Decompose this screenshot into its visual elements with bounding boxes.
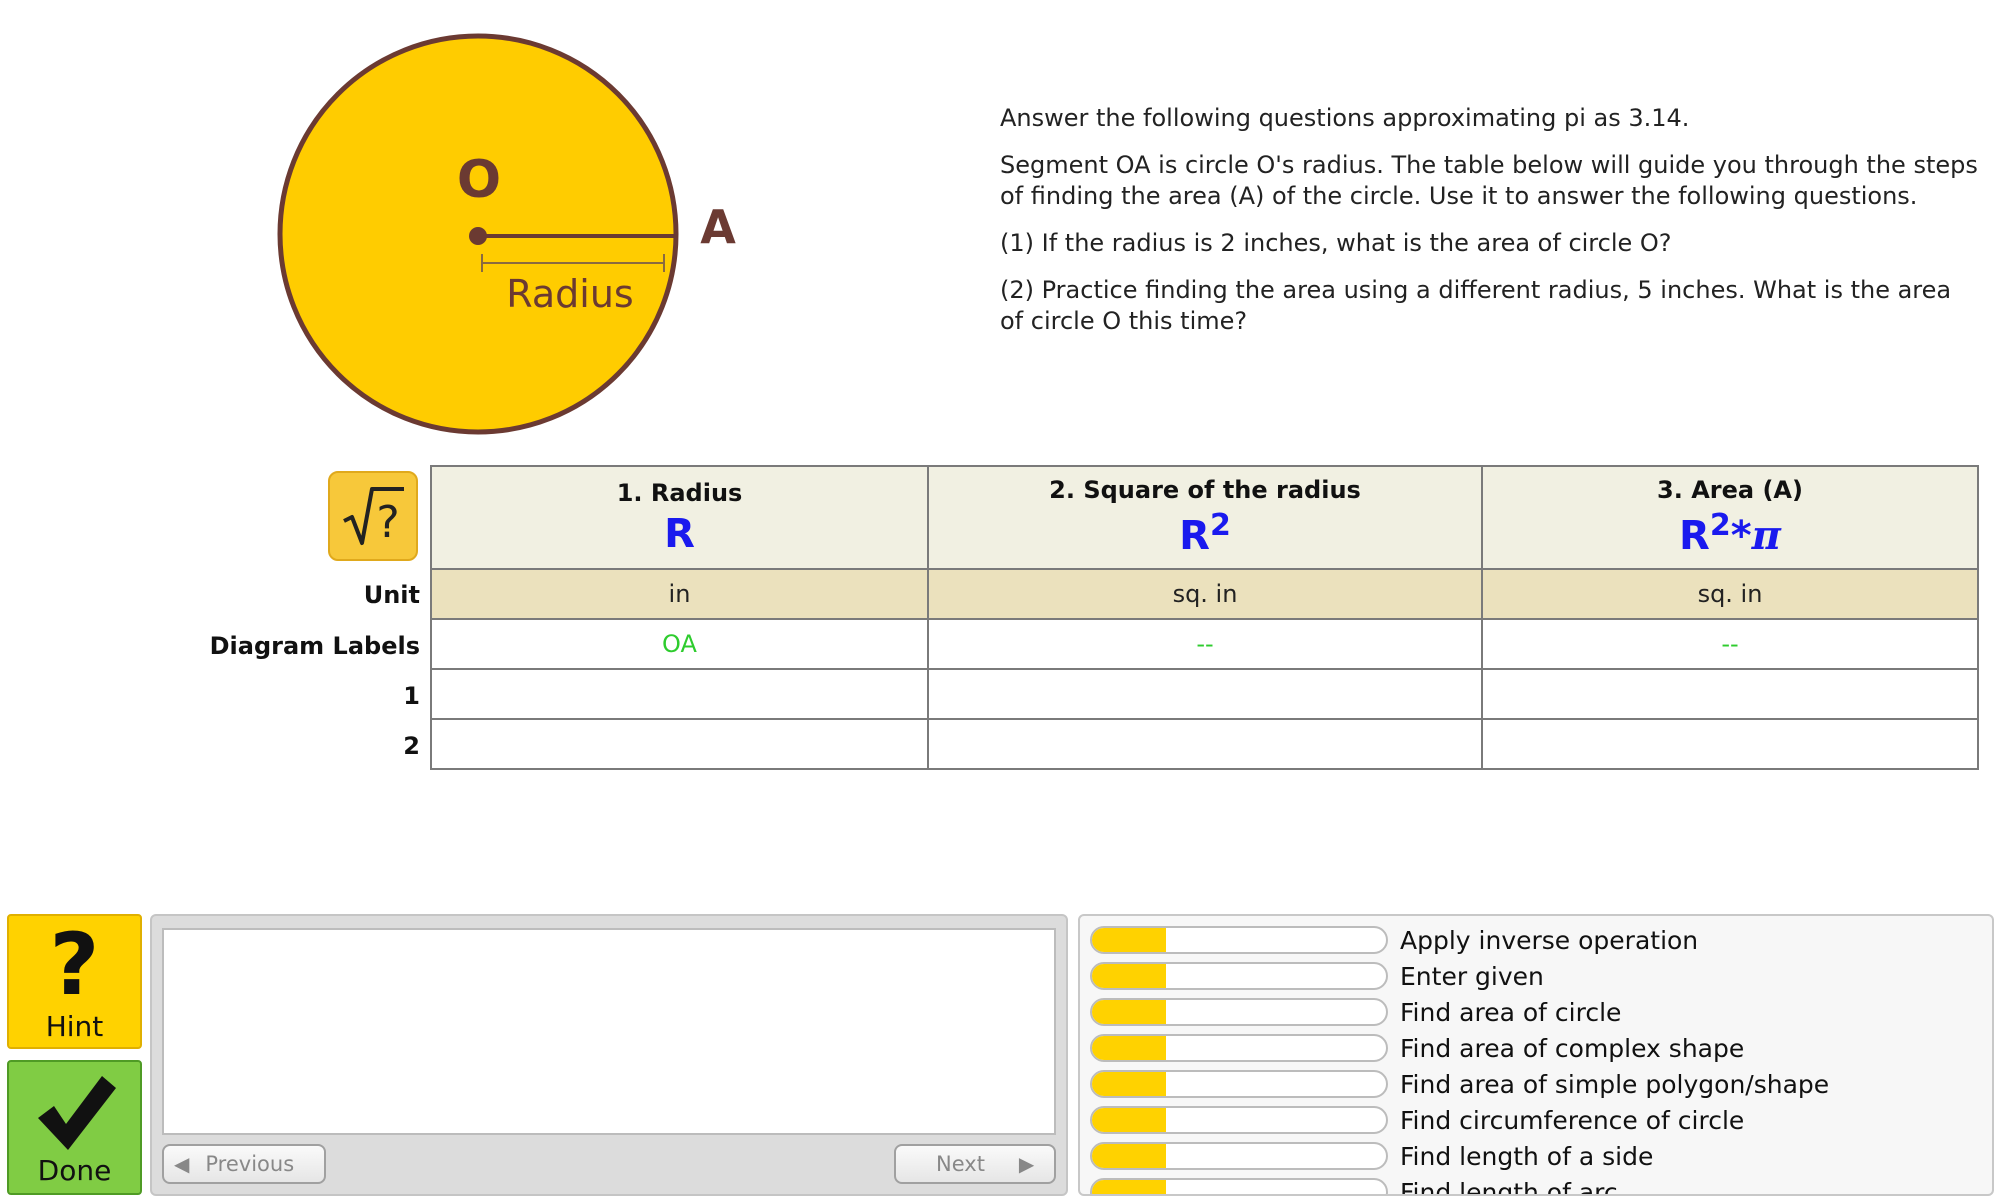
skill-progress-bar (1090, 1178, 1388, 1194)
skill-name: Enter given (1400, 961, 1544, 991)
column-formula: R (432, 511, 927, 557)
question-mark-icon: ? (49, 915, 100, 1015)
skill-item: Find length of arc (1090, 1176, 1618, 1196)
formula-exponent: 2 (1209, 508, 1231, 543)
center-label: O (457, 150, 501, 210)
skill-item: Find area of simple polygon/shape (1090, 1068, 1829, 1100)
solver-table: 1. Radius R 2. Square of the radius R2 3… (430, 465, 1979, 770)
skill-name: Find circumference of circle (1400, 1105, 1745, 1135)
next-button[interactable]: Next ▶ (894, 1144, 1056, 1184)
previous-button[interactable]: ◀ Previous (162, 1144, 326, 1184)
answer-row-1 (430, 668, 1979, 720)
skill-progress-bar (1090, 998, 1388, 1026)
formula-exponent: 2 (1709, 508, 1731, 543)
skill-item: Find area of complex shape (1090, 1032, 1744, 1064)
diagram-label-cell: OA (430, 618, 929, 670)
answer-input-2-square[interactable] (927, 718, 1483, 770)
diagram-labels-row: OA -- -- (430, 618, 1979, 670)
hint-message-area (162, 928, 1056, 1135)
checkmark-icon (37, 1076, 116, 1150)
next-label: Next (936, 1152, 985, 1176)
answer-input-2-radius[interactable] (430, 718, 929, 770)
point-label: A (700, 200, 736, 254)
previous-label: Previous (205, 1152, 295, 1176)
unit-row: in sq. in sq. in (430, 568, 1979, 620)
skill-progress-bar (1090, 1034, 1388, 1062)
answer-row-2 (430, 718, 1979, 770)
skill-progress-bar (1090, 1106, 1388, 1134)
skill-name: Find area of simple polygon/shape (1400, 1069, 1830, 1099)
row-label-diagram-labels: Diagram Labels (209, 632, 420, 660)
skill-progress-fill (1092, 1072, 1166, 1096)
left-arrow-icon: ◀ (174, 1152, 190, 1176)
skill-progress-fill (1092, 928, 1166, 952)
problem-statement: Answer the following questions approxima… (1000, 103, 1980, 353)
question-1: (1) If the radius is 2 inches, what is t… (1000, 229, 1672, 257)
skill-progress-fill (1092, 1036, 1166, 1060)
column-header-radius: 1. Radius R (430, 465, 929, 570)
column-title: 3. Area (A) (1657, 476, 1803, 504)
answer-input-1-area[interactable] (1481, 668, 1979, 720)
hint-button[interactable]: ? Hint (7, 914, 142, 1049)
diagram-label-cell: -- (1481, 618, 1979, 670)
column-formula: R2*π (1483, 508, 1977, 559)
done-label: Done (37, 1154, 112, 1187)
formula-pi: π (1751, 512, 1781, 559)
formula-symbol: R (1679, 513, 1710, 559)
row-label-2: 2 (403, 732, 420, 760)
column-formula: R2 (929, 508, 1481, 559)
column-header-square: 2. Square of the radius R2 (927, 465, 1483, 570)
skill-item: Apply inverse operation (1090, 924, 1698, 956)
column-header-area: 3. Area (A) R2*π (1481, 465, 1979, 570)
done-button[interactable]: Done (7, 1060, 142, 1195)
skill-name: Find length of a side (1400, 1141, 1654, 1171)
problem-intro: Answer the following questions approxima… (1000, 104, 1690, 132)
skill-item: Find circumference of circle (1090, 1104, 1744, 1136)
skill-name: Find area of circle (1400, 997, 1622, 1027)
skill-progress-fill (1092, 1180, 1166, 1194)
skills-panel: Apply inverse operation Enter given Find a… (1078, 914, 1994, 1196)
math-tool-button[interactable]: ? (328, 471, 418, 561)
skill-item: Enter given (1090, 960, 1544, 992)
hint-label: Hint (45, 1010, 104, 1043)
svg-text:?: ? (376, 497, 399, 548)
column-title: 2. Square of the radius (1049, 476, 1361, 504)
column-title: 1. Radius (616, 478, 743, 507)
skill-progress-fill (1092, 1000, 1166, 1024)
square-root-question-icon: ? (343, 487, 404, 548)
skill-progress-fill (1092, 1108, 1166, 1132)
circle-diagram: O A Radius (277, 33, 736, 435)
formula-operator: * (1730, 513, 1752, 559)
problem-description: Segment OA is circle O's radius. The tab… (1000, 151, 1978, 210)
question-2: (2) Practice finding the area using a di… (1000, 276, 1952, 335)
radius-label: Radius (506, 272, 633, 316)
answer-input-1-radius[interactable] (430, 668, 929, 720)
diagram-label-cell: -- (927, 618, 1483, 670)
skill-progress-bar (1090, 926, 1388, 954)
center-point (469, 227, 487, 245)
hint-panel: ◀ Previous Next ▶ (150, 914, 1068, 1196)
row-label-unit: Unit (363, 581, 420, 609)
formula-symbol: R (664, 510, 695, 557)
skill-progress-bar (1090, 962, 1388, 990)
unit-cell: in (430, 568, 929, 620)
right-arrow-icon: ▶ (1018, 1152, 1035, 1176)
skill-name: Find area of complex shape (1400, 1033, 1745, 1063)
skill-name: Apply inverse operation (1400, 925, 1699, 955)
skill-progress-bar (1090, 1142, 1388, 1170)
skill-item: Find length of a side (1090, 1140, 1653, 1172)
unit-cell: sq. in (927, 568, 1483, 620)
skill-progress-fill (1092, 1144, 1166, 1168)
header-row: 1. Radius R 2. Square of the radius R2 3… (430, 465, 1979, 570)
answer-input-2-area[interactable] (1481, 718, 1979, 770)
skill-progress-bar (1090, 1070, 1388, 1098)
row-label-1: 1 (403, 682, 420, 710)
skill-name: Find length of arc (1400, 1177, 1618, 1196)
unit-cell: sq. in (1481, 568, 1979, 620)
formula-symbol: R (1179, 513, 1210, 559)
skill-progress-fill (1092, 964, 1166, 988)
answer-input-1-square[interactable] (927, 668, 1483, 720)
skill-item: Find area of circle (1090, 996, 1621, 1028)
